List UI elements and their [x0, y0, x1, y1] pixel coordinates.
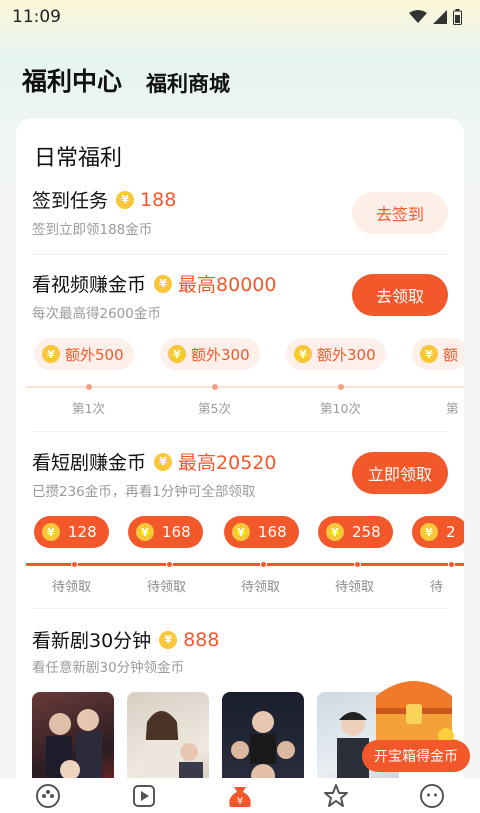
coin-icon: ¥: [42, 345, 60, 363]
newdrama-reward: 888: [183, 628, 220, 651]
profile-icon: [420, 783, 444, 808]
video-reward: 最高80000: [178, 274, 277, 296]
nav-welfare[interactable]: ¥: [220, 778, 260, 813]
drama-progress-track: [26, 563, 464, 566]
section-title: 日常福利: [34, 146, 123, 171]
tab-welfare-center[interactable]: 福利中心: [22, 62, 122, 98]
checkin-reward: 188: [140, 188, 177, 211]
coin-icon: ¥: [116, 190, 135, 209]
game-icon: [36, 783, 60, 808]
progress-dot: [212, 384, 218, 390]
progress-tick: 第: [446, 401, 459, 416]
status-time: 11:09: [12, 7, 61, 27]
video-bonus-pill: ¥ 额: [412, 338, 464, 370]
bonus-value: 168: [162, 523, 191, 541]
progress-dot: [260, 561, 267, 568]
play-icon: [133, 784, 155, 807]
open-chest-button[interactable]: 开宝箱得金币: [362, 740, 470, 772]
nav-favorites[interactable]: [316, 778, 356, 813]
checkin-button[interactable]: 去签到: [352, 192, 448, 234]
coin-icon: ¥: [154, 274, 173, 293]
bonus-label: 额外300: [191, 345, 250, 364]
video-bonus-pill: ¥ 额外300: [160, 338, 260, 370]
divider: [32, 608, 448, 609]
drama-sub: 已攒236金币，再看1分钟可全部领取: [32, 484, 256, 500]
tab-welfare-mall[interactable]: 福利商城: [146, 68, 230, 98]
bottom-nav: ¥: [0, 778, 480, 813]
progress-dot: [448, 561, 455, 568]
checkin-sub: 签到立即领188金币: [32, 222, 153, 238]
bonus-label: 额外500: [65, 345, 124, 364]
star-icon: [324, 783, 348, 807]
progress-tick: 待: [430, 580, 444, 595]
newdrama-task-title-row: 看新剧30分钟 ¥ 888: [32, 626, 219, 653]
video-bonus-pill: ¥ 额外300: [286, 338, 386, 370]
coin-icon: ¥: [168, 345, 186, 363]
coin-icon: ¥: [42, 523, 60, 541]
coin-icon: ¥: [136, 523, 154, 541]
drama-bonus-pill[interactable]: ¥168: [128, 516, 203, 548]
battery-icon: [453, 9, 462, 25]
drama-bonus-pill[interactable]: ¥258: [318, 516, 393, 548]
nav-profile[interactable]: [412, 778, 452, 813]
video-claim-button[interactable]: 去领取: [352, 274, 448, 316]
nav-theater[interactable]: [124, 778, 164, 813]
progress-tick: 第10次: [320, 401, 361, 416]
status-bar: 11:09: [0, 0, 480, 34]
header-tabs: 福利中心 福利商城: [22, 62, 230, 98]
progress-tick: 待领取: [241, 580, 281, 595]
coin-icon: ¥: [420, 345, 438, 363]
drama-bonus-pill[interactable]: ¥2: [412, 516, 464, 548]
video-sub: 每次最高得2600金币: [32, 306, 161, 322]
coin-icon: ¥: [232, 523, 250, 541]
progress-tick: 第5次: [198, 401, 231, 416]
progress-dot: [166, 561, 173, 568]
progress-dot: [86, 384, 92, 390]
progress-tick: 待领取: [335, 580, 375, 595]
drama-claim-button[interactable]: 立即领取: [352, 452, 448, 494]
svg-text:¥: ¥: [237, 796, 243, 807]
wifi-icon: [409, 10, 427, 23]
signal-icon: [433, 10, 447, 24]
divider: [32, 431, 448, 432]
newdrama-sub: 看任意新剧30分钟领金币: [32, 660, 185, 676]
progress-dot: [338, 384, 344, 390]
checkin-task-title-row: 签到任务 ¥ 188: [32, 186, 176, 213]
bonus-value: 168: [258, 523, 287, 541]
video-task-title-row: 看视频赚金币 ¥ 最高80000: [32, 270, 276, 297]
nav-game[interactable]: [28, 778, 68, 813]
bonus-label: 额: [443, 345, 459, 364]
welfare-icon: ¥: [229, 786, 251, 807]
coin-icon: ¥: [154, 452, 173, 471]
bonus-value: 2: [446, 523, 456, 541]
drama-task-title-row: 看短剧赚金币 ¥ 最高20520: [32, 448, 276, 475]
divider: [32, 254, 448, 255]
drama-bonus-pill[interactable]: ¥168: [224, 516, 299, 548]
drama-bonus-pill[interactable]: ¥128: [34, 516, 109, 548]
bonus-value: 258: [352, 523, 381, 541]
coin-icon: ¥: [294, 345, 312, 363]
progress-dot: [354, 561, 361, 568]
progress-dot: [71, 561, 78, 568]
status-icons: [409, 9, 462, 25]
drama-reward: 最高20520: [178, 452, 277, 474]
drama-title: 看短剧赚金币: [32, 452, 147, 474]
checkin-title: 签到任务: [32, 190, 109, 212]
progress-tick: 第1次: [72, 401, 105, 416]
bonus-label: 额外300: [317, 345, 376, 364]
bonus-value: 128: [68, 523, 97, 541]
coin-icon: ¥: [420, 523, 438, 541]
progress-tick: 待领取: [147, 580, 187, 595]
newdrama-title: 看新剧30分钟: [32, 630, 152, 652]
video-bonus-pill: ¥ 额外500: [34, 338, 134, 370]
coin-icon: ¥: [159, 630, 178, 649]
coin-icon: ¥: [326, 523, 344, 541]
progress-tick: 待领取: [52, 580, 92, 595]
video-title: 看视频赚金币: [32, 274, 147, 296]
